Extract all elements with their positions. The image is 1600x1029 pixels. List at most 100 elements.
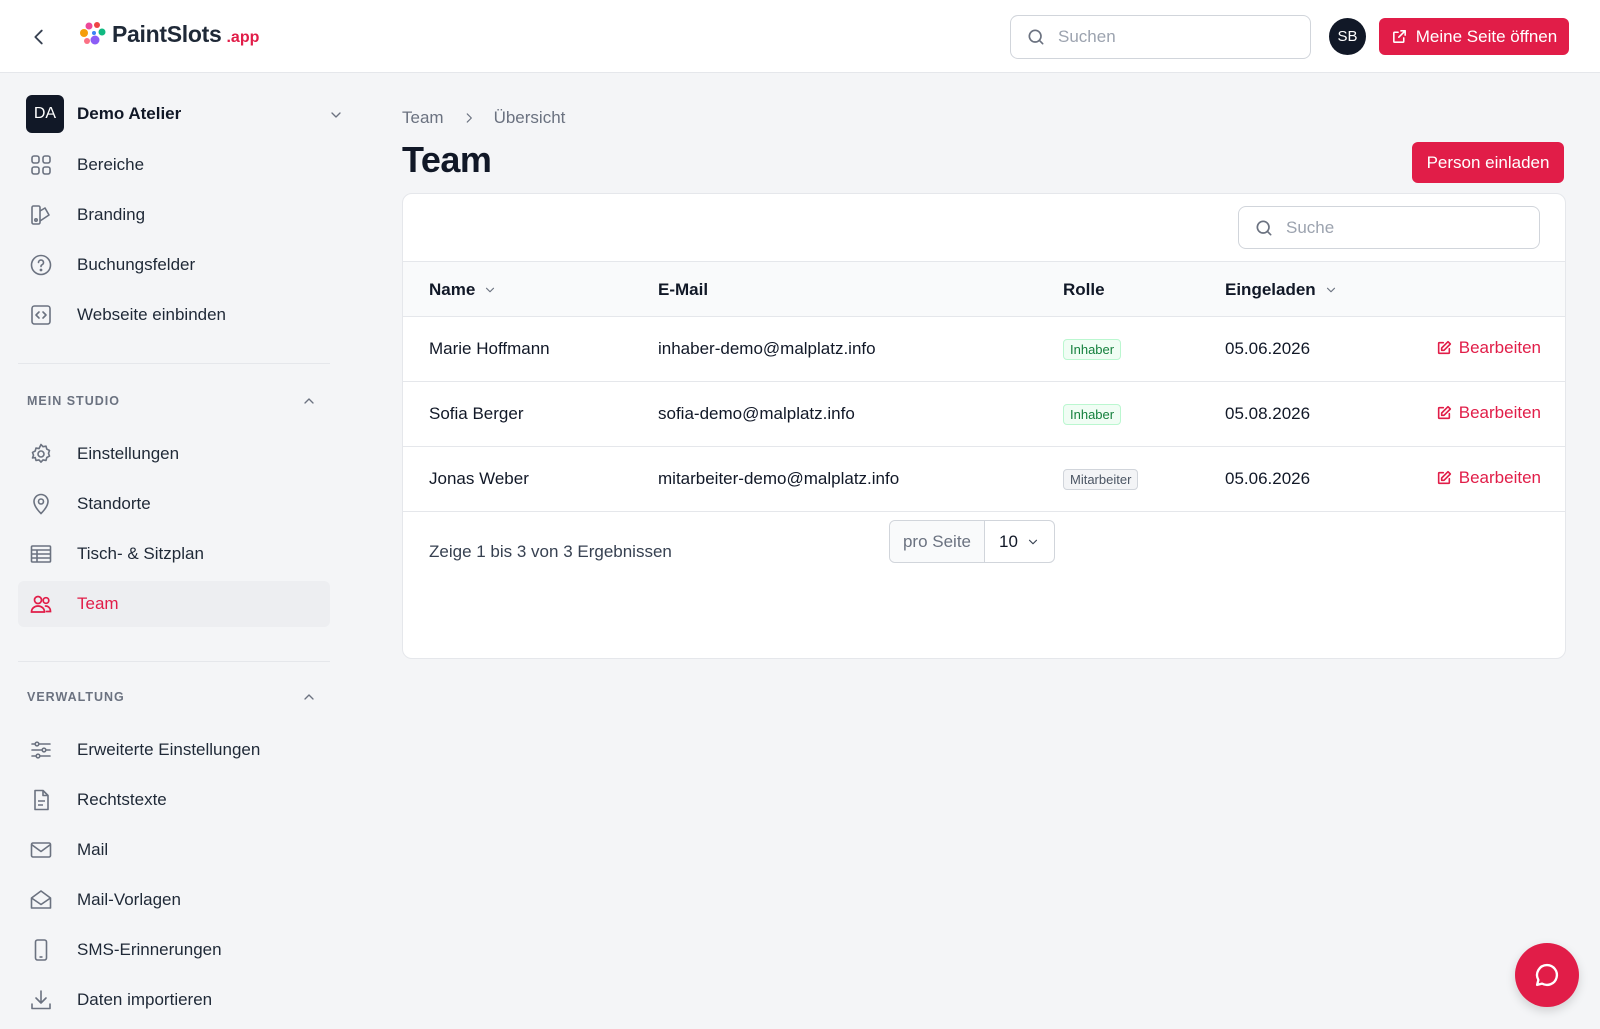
sidebar-item-label: Webseite einbinden <box>77 305 227 324</box>
logo-text: PaintSlots <box>112 20 222 47</box>
per-page-select[interactable]: pro Seite 10 <box>889 520 1055 563</box>
sidebar-item-label: Daten importieren <box>77 990 213 1009</box>
sidebar-item-label: Tisch- & Sitzplan <box>77 544 204 563</box>
cell-email: sofia-demo@malplatz.info <box>658 404 855 423</box>
sidebar-item-rechtstexte[interactable]: Rechtstexte <box>18 777 330 823</box>
sidebar-item-label: Standorte <box>77 494 151 513</box>
cell-email: inhaber-demo@malplatz.info <box>658 339 876 358</box>
sidebar-item-buchungsfelder[interactable]: Buchungsfelder <box>18 242 330 288</box>
open-my-site-label: Meine Seite öffnen <box>1415 26 1558 46</box>
sidebar-item-label: Branding <box>77 205 146 224</box>
column-header-invited[interactable]: Eingeladen <box>1225 280 1338 300</box>
sidebar-item-einstellungen[interactable]: Einstellungen <box>18 431 330 477</box>
section-title: VERWALTUNG <box>27 690 125 704</box>
chevron-left-icon <box>34 29 43 45</box>
column-label: Rolle <box>1063 280 1105 299</box>
sliders-icon <box>28 737 54 763</box>
role-badge: Inhaber <box>1063 404 1122 425</box>
table-row: Marie Hoffmann inhaber-demo@malplatz.inf… <box>403 317 1565 382</box>
cell-name: Marie Hoffmann <box>429 339 550 358</box>
column-label: E-Mail <box>658 280 709 299</box>
sidebar-item-tisch-sitzplan[interactable]: Tisch- & Sitzplan <box>18 531 330 577</box>
breadcrumb-item-team[interactable]: Team <box>402 108 444 128</box>
studio-name: Demo Atelier <box>77 104 182 123</box>
sidebar-item-mail-vorlagen[interactable]: Mail-Vorlagen <box>18 877 330 923</box>
breadcrumb-item-current: Übersicht <box>493 108 566 127</box>
paint-palette-logo-icon <box>80 22 106 45</box>
sidebar-item-label: Einstellungen <box>77 444 180 463</box>
table-search-input[interactable] <box>1286 217 1506 238</box>
code-icon <box>28 302 54 328</box>
grid-icon <box>28 152 54 178</box>
per-page-dropdown[interactable]: 10 <box>985 532 1054 552</box>
table-search[interactable] <box>1238 206 1540 249</box>
back-button[interactable] <box>26 24 52 50</box>
cell-invited: 05.08.2026 <box>1225 404 1311 423</box>
logo[interactable]: PaintSlots .app <box>76 20 259 48</box>
download-icon <box>28 987 54 1013</box>
edit-button[interactable]: Bearbeiten <box>1436 338 1541 358</box>
sidebar-item-daten-importieren[interactable]: Daten importieren <box>18 977 330 1023</box>
invite-person-button[interactable]: Person einladen <box>1412 142 1564 183</box>
document-icon <box>28 787 54 813</box>
cell-invited: 05.06.2026 <box>1225 339 1311 358</box>
chat-button[interactable] <box>1515 943 1579 1007</box>
sidebar-item-bereiche[interactable]: Bereiche <box>18 142 330 188</box>
results-count: Zeige 1 bis 3 von 3 Ergebnissen <box>429 542 672 561</box>
edit-label: Bearbeiten <box>1458 403 1541 422</box>
sidebar-item-team[interactable]: Team <box>18 581 330 627</box>
table-icon <box>28 541 54 567</box>
role-badge: Inhaber <box>1063 339 1122 360</box>
column-label: Eingeladen <box>1225 280 1316 299</box>
external-link-icon <box>1392 30 1406 43</box>
chevron-down-icon <box>331 112 341 118</box>
global-search[interactable] <box>1010 15 1311 59</box>
section-title: MEIN STUDIO <box>27 394 120 408</box>
chevron-up-icon <box>304 398 314 404</box>
cell-name: Sofia Berger <box>429 404 524 423</box>
phone-icon <box>28 937 54 963</box>
sidebar-item-branding[interactable]: Branding <box>18 192 330 238</box>
search-icon <box>1028 29 1044 45</box>
user-avatar[interactable]: SB <box>1329 18 1366 55</box>
sidebar-divider <box>18 661 330 662</box>
per-page-value: 10 <box>999 531 1018 551</box>
sidebar-item-label: Mail <box>77 840 109 859</box>
gear-icon <box>28 441 54 467</box>
studio-selector[interactable]: DA Demo Atelier <box>26 95 344 133</box>
logo-tld: .app <box>226 29 260 46</box>
section-header-verwaltung[interactable]: VERWALTUNG <box>27 687 317 707</box>
sidebar-item-standorte[interactable]: Standorte <box>18 481 330 527</box>
edit-label: Bearbeiten <box>1458 338 1541 357</box>
sidebar-item-mail[interactable]: Mail <box>18 827 330 873</box>
table-row: Sofia Berger sofia-demo@malplatz.info In… <box>403 382 1565 447</box>
edit-button[interactable]: Bearbeiten <box>1436 403 1541 423</box>
per-page-label: pro Seite <box>890 521 985 562</box>
column-header-role: Rolle <box>1063 280 1105 300</box>
sidebar-item-label: Rechtstexte <box>77 790 167 809</box>
section-header-mein-studio[interactable]: MEIN STUDIO <box>27 391 317 411</box>
cell-email: mitarbeiter-demo@malplatz.info <box>658 469 900 488</box>
column-header-name[interactable]: Name <box>429 280 497 300</box>
global-search-input[interactable] <box>1058 27 1278 47</box>
sidebar-item-sms-erinnerungen[interactable]: SMS-Erinnerungen <box>18 927 330 973</box>
open-my-site-button[interactable]: Meine Seite öffnen <box>1379 18 1569 55</box>
edit-label: Bearbeiten <box>1458 468 1541 487</box>
edit-button[interactable]: Bearbeiten <box>1436 468 1541 488</box>
sidebar-item-erweiterte-einstellungen[interactable]: Erweiterte Einstellungen <box>18 727 330 773</box>
page-title: Team <box>402 139 492 180</box>
sidebar-item-label: Bereiche <box>77 155 145 174</box>
sidebar-item-label: Team <box>77 594 119 613</box>
palette-icon <box>28 202 54 228</box>
sidebar-divider <box>18 363 330 364</box>
team-table-card: Name E-Mail Rolle Eingeladen Marie Hoffm… <box>402 193 1566 659</box>
role-badge: Mitarbeiter <box>1063 469 1139 490</box>
cell-invited: 05.06.2026 <box>1225 469 1311 488</box>
sidebar-item-label: SMS-Erinnerungen <box>77 940 222 959</box>
chat-bubble-icon <box>1535 963 1559 987</box>
table-header: Name E-Mail Rolle Eingeladen <box>403 261 1565 317</box>
sidebar-item-webseite-einbinden[interactable]: Webseite einbinden <box>18 292 330 338</box>
sidebar-item-label: Buchungsfelder <box>77 255 196 274</box>
edit-icon <box>1437 470 1451 485</box>
edit-icon <box>1437 340 1451 355</box>
